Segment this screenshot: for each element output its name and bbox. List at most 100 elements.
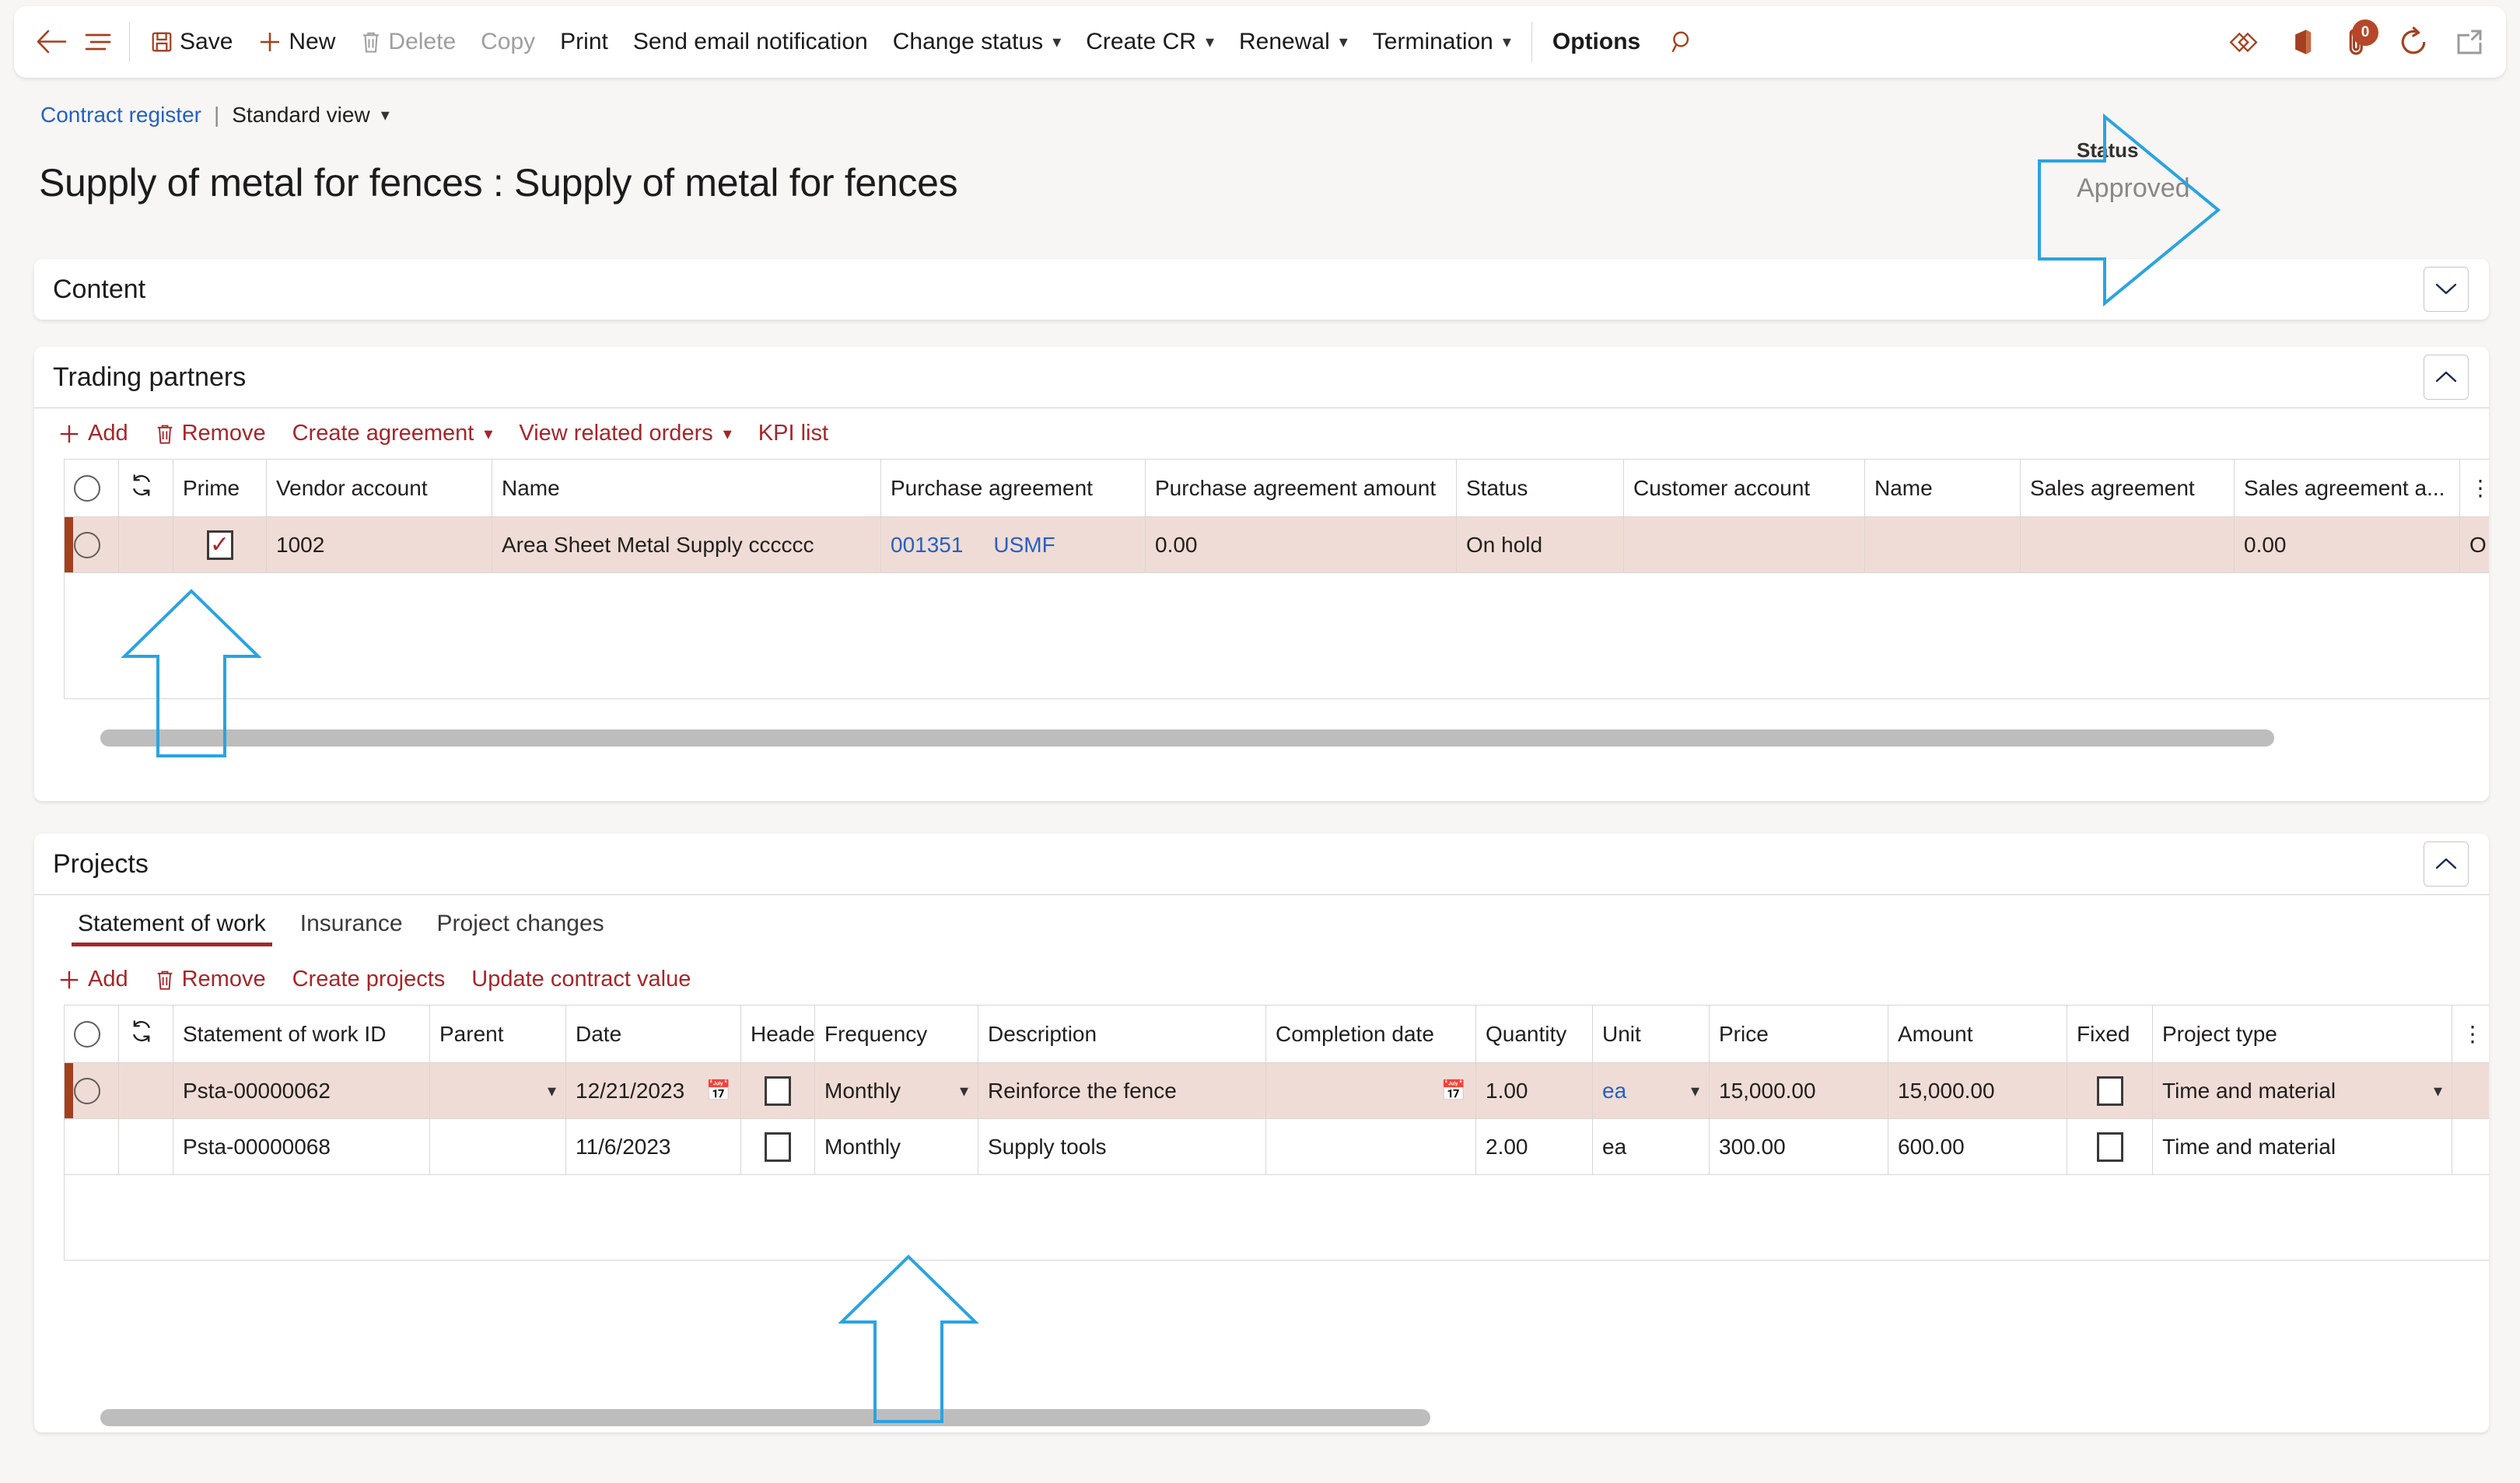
quick-filter-header[interactable] <box>118 459 173 517</box>
table-row[interactable]: ✓ 1002 Area Sheet Metal Supply cccccc 00… <box>64 516 2489 573</box>
attachments-icon[interactable]: 0 <box>2335 19 2380 65</box>
office-icon[interactable] <box>2279 19 2324 65</box>
column-header-sales-agreement[interactable]: Sales agreement <box>2020 459 2235 517</box>
tp-remove-button[interactable]: Remove <box>155 421 266 446</box>
column-header-sales-agreement-amount[interactable]: Sales agreement a... <box>2234 459 2460 517</box>
cell-purchase-agreement[interactable]: 001351 USMF <box>880 516 1146 573</box>
cell-status[interactable]: On hold <box>1456 516 1624 573</box>
show-list-button[interactable] <box>75 23 121 61</box>
cell-price[interactable]: 15,000.00 <box>1709 1062 1888 1119</box>
trading-partners-collapse-button[interactable] <box>2424 355 2469 400</box>
calendar-icon[interactable]: 📅 <box>1441 1079 1466 1103</box>
column-header-customer-name[interactable]: Name <box>1864 459 2021 517</box>
header-checkbox[interactable] <box>765 1131 791 1162</box>
row-selector[interactable] <box>64 1062 119 1119</box>
tp-kpi-list-button[interactable]: KPI list <box>758 421 828 446</box>
cell-project-type[interactable]: Time and material <box>2152 1118 2452 1175</box>
cell-frequency[interactable]: Monthly <box>814 1118 978 1175</box>
view-selector[interactable]: Standard view ▾ <box>232 103 389 128</box>
tp-add-button[interactable]: Add <box>58 421 128 446</box>
cell-unit[interactable]: ea ▾ <box>1592 1062 1710 1119</box>
fixed-checkbox[interactable] <box>2096 1131 2123 1162</box>
change-status-button[interactable]: Change status ▾ <box>880 21 1074 63</box>
chevron-down-icon[interactable]: ▾ <box>2434 1081 2442 1101</box>
cell-unit[interactable]: ea <box>1592 1118 1710 1175</box>
grid-options-button[interactable]: ⋮ <box>2452 1005 2489 1063</box>
cell-description[interactable]: Supply tools <box>978 1118 1266 1175</box>
content-section-expand-button[interactable] <box>2424 267 2469 312</box>
row-selector[interactable] <box>64 1118 119 1175</box>
column-header-date[interactable]: Date <box>565 1005 741 1063</box>
column-header-amount[interactable]: Amount <box>1888 1005 2067 1063</box>
options-button[interactable]: Options <box>1540 21 1653 63</box>
proj-create-projects-button[interactable]: Create projects <box>292 967 446 992</box>
cell-quantity[interactable]: 1.00 <box>1475 1062 1593 1119</box>
copy-button[interactable]: Copy <box>468 21 548 63</box>
column-header-status[interactable]: Status <box>1456 459 1624 517</box>
cell-customer-account[interactable] <box>1623 516 1865 573</box>
column-header-completion-date[interactable]: Completion date <box>1265 1005 1476 1063</box>
refresh-icon[interactable] <box>2391 19 2436 65</box>
cell-fixed[interactable] <box>2067 1062 2153 1119</box>
projects-hscroll[interactable] <box>100 1409 1430 1426</box>
cell-parent[interactable] <box>429 1118 566 1175</box>
cell-amount[interactable]: 600.00 <box>1888 1118 2067 1175</box>
column-header-unit[interactable]: Unit <box>1592 1005 1710 1063</box>
column-header-prime[interactable]: Prime <box>173 459 267 517</box>
cell-project-type[interactable]: Time and material ▾ <box>2152 1062 2452 1119</box>
column-header-frequency[interactable]: Frequency <box>814 1005 978 1063</box>
purchase-agreement-id[interactable]: 001351 <box>891 533 963 557</box>
cell-date[interactable]: 11/6/2023 <box>565 1118 741 1175</box>
cell-parent[interactable]: ▾ <box>429 1062 566 1119</box>
back-button[interactable] <box>31 21 75 63</box>
column-header-statement-of-work-id[interactable]: Statement of work ID <box>173 1005 430 1063</box>
trading-partners-header[interactable]: Trading partners <box>34 347 2489 407</box>
cell-description[interactable]: Reinforce the fence <box>978 1062 1266 1119</box>
fixed-checkbox[interactable] <box>2096 1076 2123 1106</box>
cell-purchase-agreement-amount[interactable]: 0.00 <box>1145 516 1457 573</box>
column-header-vendor-account[interactable]: Vendor account <box>266 459 492 517</box>
print-button[interactable]: Print <box>548 21 621 63</box>
prime-checkbox[interactable]: ✓ <box>206 530 233 560</box>
search-button[interactable] <box>1653 21 1709 63</box>
create-cr-button[interactable]: Create CR ▾ <box>1073 21 1227 63</box>
chevron-down-icon[interactable]: ▾ <box>548 1081 556 1101</box>
trading-partners-hscroll[interactable] <box>100 729 2274 747</box>
cell-header[interactable] <box>740 1118 815 1175</box>
column-header-description[interactable]: Description <box>978 1005 1266 1063</box>
cell-completion-date[interactable] <box>1265 1118 1476 1175</box>
termination-button[interactable]: Termination ▾ <box>1360 21 1524 63</box>
column-header-purchase-agreement[interactable]: Purchase agreement <box>880 459 1146 517</box>
tab-project-changes[interactable]: Project changes <box>420 903 621 946</box>
send-email-notification-button[interactable]: Send email notification <box>621 21 880 63</box>
content-section-header[interactable]: Content <box>34 259 2489 320</box>
column-header-quantity[interactable]: Quantity <box>1475 1005 1593 1063</box>
proj-add-button[interactable]: Add <box>58 967 128 992</box>
quick-filter-header[interactable] <box>118 1005 173 1063</box>
row-selector[interactable] <box>64 516 119 573</box>
cell-price[interactable]: 300.00 <box>1709 1118 1888 1175</box>
tp-view-related-orders-button[interactable]: View related orders ▾ <box>519 421 731 446</box>
renewal-button[interactable]: Renewal ▾ <box>1227 21 1360 63</box>
column-header-purchase-agreement-amount[interactable]: Purchase agreement amount <box>1145 459 1457 517</box>
cell-amount[interactable]: 15,000.00 <box>1888 1062 2067 1119</box>
projects-header[interactable]: Projects <box>34 834 2489 894</box>
personalize-icon[interactable] <box>2223 19 2268 65</box>
cell-statement-of-work-id[interactable]: Psta-00000062 <box>173 1062 430 1119</box>
save-button[interactable]: Save <box>138 21 245 63</box>
chevron-down-icon[interactable]: ▾ <box>1691 1081 1699 1101</box>
cell-statement-of-work-id[interactable]: Psta-00000068 <box>173 1118 430 1175</box>
cell-sales-agreement-amount[interactable]: 0.00 <box>2234 516 2460 573</box>
cell-fixed[interactable] <box>2067 1118 2153 1175</box>
breadcrumb-link-contract-register[interactable]: Contract register <box>40 103 201 128</box>
cell-quantity[interactable]: 2.00 <box>1475 1118 1593 1175</box>
chevron-down-icon[interactable]: ▾ <box>960 1081 968 1101</box>
proj-update-contract-value-button[interactable]: Update contract value <box>471 967 691 992</box>
proj-remove-button[interactable]: Remove <box>155 967 266 992</box>
column-header-fixed[interactable]: Fixed <box>2067 1005 2153 1063</box>
tp-create-agreement-button[interactable]: Create agreement ▾ <box>292 421 493 446</box>
tab-insurance[interactable]: Insurance <box>283 903 420 946</box>
cell-unit-value[interactable]: ea <box>1602 1079 1626 1104</box>
grid-options-button[interactable]: ⋮ <box>2459 459 2489 517</box>
cell-customer-name[interactable] <box>1864 516 2021 573</box>
